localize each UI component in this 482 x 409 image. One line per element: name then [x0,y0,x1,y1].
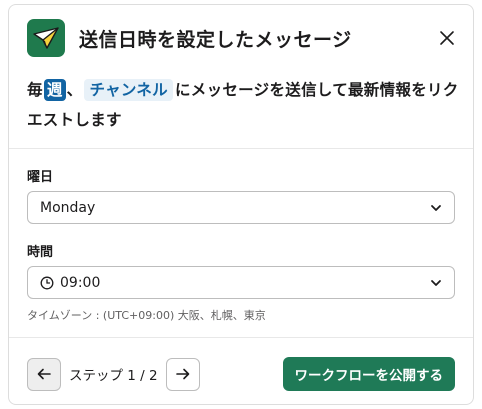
previous-step-button[interactable] [27,357,61,391]
clock-icon [40,276,54,290]
week-variable-badge: 週 [43,79,66,101]
step-indicator: ステップ 1 / 2 [69,368,158,384]
chevron-down-icon [431,279,441,286]
publish-workflow-button[interactable]: ワークフローを公開する [282,357,455,391]
description-text: 、 [66,81,83,99]
close-icon [440,31,454,45]
modal-header: 送信日時を設定したメッセージ [27,17,461,59]
section-divider [9,148,473,149]
time-select[interactable]: 09:00 [27,266,455,299]
next-step-button[interactable] [165,357,200,391]
day-select[interactable]: Monday [27,191,455,224]
day-field-label: 曜日 [27,170,54,185]
paper-plane-icon [27,19,65,57]
modal-description: 毎週、チャンネル にメッセージを送信して最新情報をリクエストします [27,75,459,135]
timezone-hint: タイムゾーン : (UTC+09:00) 大阪、札幌、東京 [27,309,266,322]
time-field-label: 時間 [27,245,54,260]
modal-footer: ステップ 1 / 2 ワークフローを公開する [27,357,455,391]
time-select-value: 09:00 [60,274,101,291]
channel-variable-chip: チャンネル [84,79,173,101]
schedule-message-modal: 送信日時を設定したメッセージ 毎週、チャンネル にメッセージを送信して最新情報をリ… [8,4,474,405]
footer-divider [9,337,473,338]
chevron-down-icon [431,204,441,211]
day-select-value: Monday [40,199,96,216]
arrow-left-icon [37,368,51,380]
close-button[interactable] [433,24,461,52]
modal-title: 送信日時を設定したメッセージ [79,28,352,51]
arrow-right-icon [175,368,189,380]
description-text: 毎 [27,81,43,99]
